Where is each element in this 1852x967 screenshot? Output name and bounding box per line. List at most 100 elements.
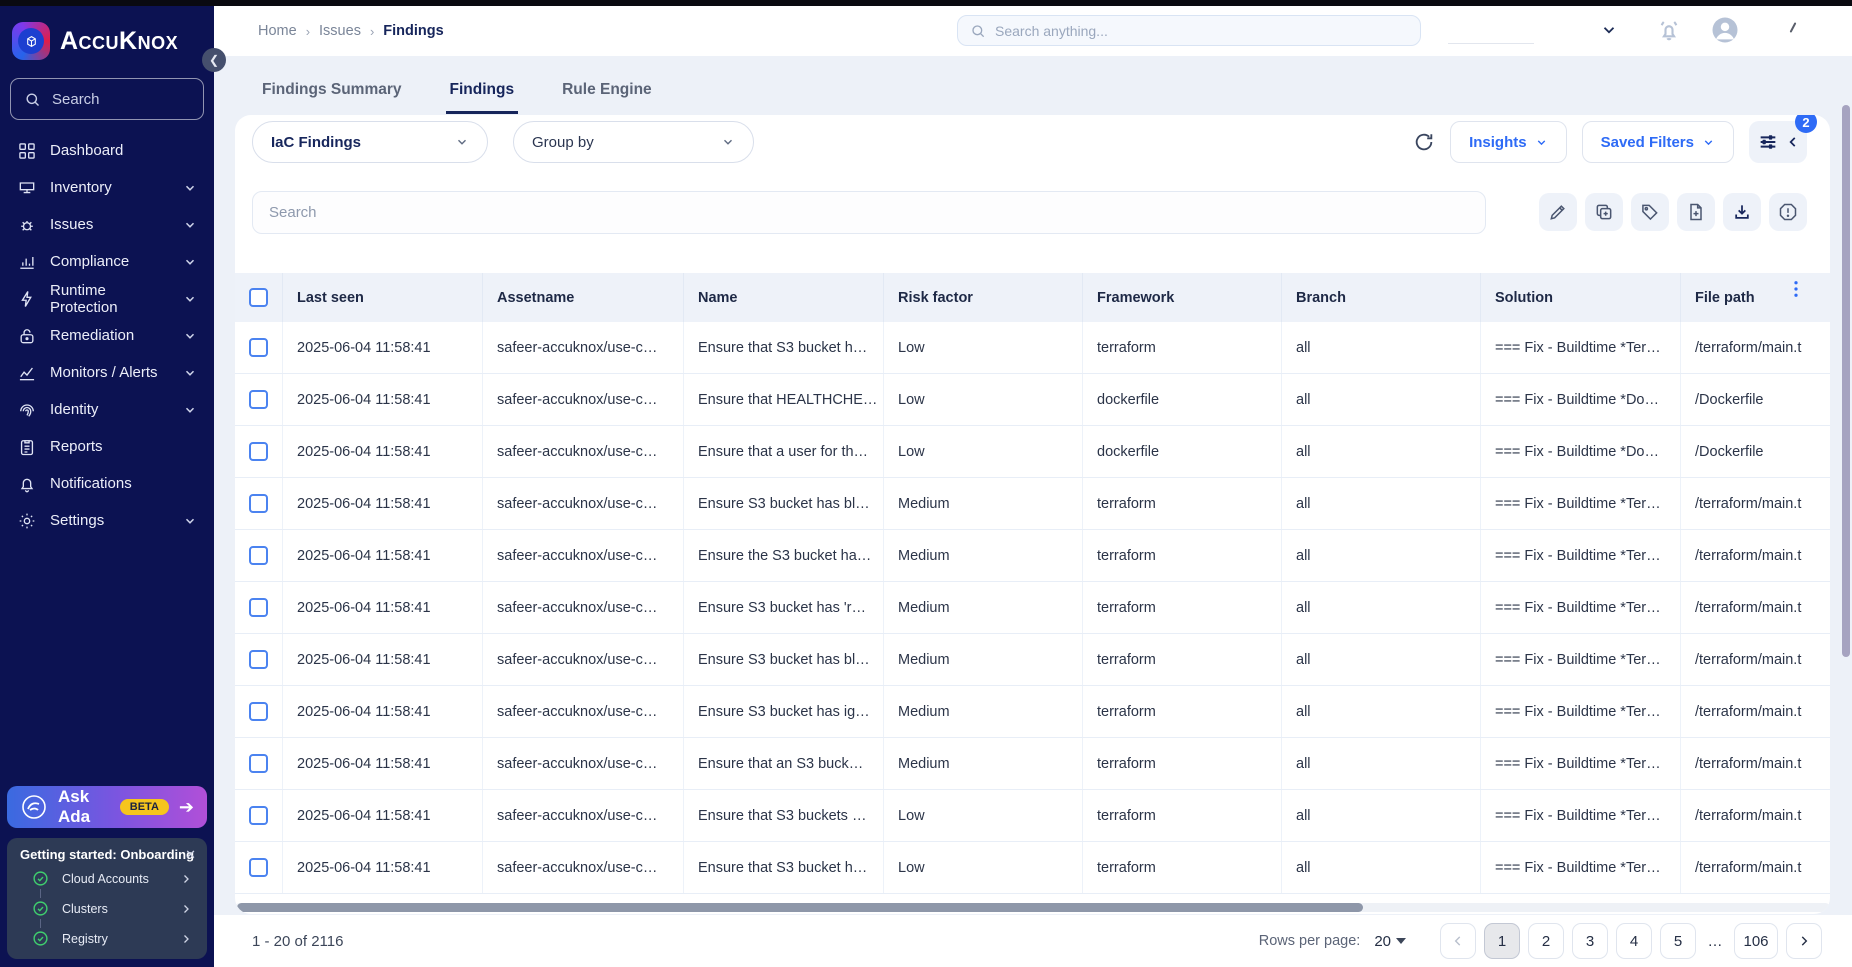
vertical-scrollbar-thumb[interactable] <box>1842 105 1850 657</box>
next-page-button[interactable] <box>1786 923 1822 959</box>
breadcrumb-issues[interactable]: Issues <box>319 23 361 39</box>
row-checkbox[interactable] <box>249 546 268 565</box>
sidebar-item-runtime-protection[interactable]: Runtime Protection <box>0 280 214 317</box>
page-button-3[interactable]: 3 <box>1572 923 1608 959</box>
column-header[interactable]: Risk factor <box>884 273 1083 322</box>
download-icon[interactable] <box>1723 193 1761 231</box>
sidebar-item-notifications[interactable]: Notifications <box>0 465 214 502</box>
row-checkbox[interactable] <box>249 494 268 513</box>
sidebar-item-compliance[interactable]: Compliance <box>0 243 214 280</box>
edit-icon[interactable] <box>1539 193 1577 231</box>
row-checkbox[interactable] <box>249 754 268 773</box>
sidebar-item-identity[interactable]: Identity <box>0 391 214 428</box>
column-header[interactable]: Branch <box>1282 273 1481 322</box>
column-menu-kebab-icon[interactable] <box>1788 280 1804 298</box>
row-checkbox-cell <box>235 374 283 425</box>
previous-page-button[interactable] <box>1440 923 1476 959</box>
onboarding-item-registry[interactable]: Registry <box>18 928 196 949</box>
sidebar-item-monitors-alerts[interactable]: Monitors / Alerts <box>0 354 214 391</box>
insights-button[interactable]: Insights <box>1450 121 1567 163</box>
copy-add-icon[interactable] <box>1585 193 1623 231</box>
global-search-input[interactable]: Search anything... <box>957 15 1421 46</box>
chevron-down-icon[interactable] <box>1600 21 1618 39</box>
table-row[interactable]: 2025-06-04 11:58:41 safeer-accuknox/use-c… <box>235 478 1830 530</box>
table-row[interactable]: 2025-06-04 11:58:41 safeer-accuknox/use-c… <box>235 790 1830 842</box>
row-checkbox[interactable] <box>249 442 268 461</box>
row-checkbox-cell <box>235 322 283 373</box>
sidebar-item-settings[interactable]: Settings <box>0 502 214 539</box>
cell-branch: all <box>1282 686 1481 737</box>
sidebar-item-issues[interactable]: Issues <box>0 206 214 243</box>
sidebar-collapse-button[interactable]: ❮ <box>202 48 226 72</box>
page-button-106[interactable]: 106 <box>1734 923 1778 959</box>
tabs-bar: ❮ Findings Summary Findings Rule Engine <box>202 48 1852 114</box>
column-header[interactable]: Last seen <box>283 273 483 322</box>
sidebar-item-dashboard[interactable]: Dashboard <box>0 132 214 169</box>
file-add-icon[interactable] <box>1677 193 1715 231</box>
page-button-5[interactable]: 5 <box>1660 923 1696 959</box>
breadcrumb-findings: Findings <box>383 23 444 39</box>
horizontal-scrollbar-thumb[interactable] <box>237 903 1363 912</box>
table-row[interactable]: 2025-06-04 11:58:41 safeer-accuknox/use-c… <box>235 426 1830 478</box>
sidebar-search-input[interactable]: Search <box>10 78 204 120</box>
row-checkbox-cell <box>235 842 283 893</box>
ask-ada-label: Ask Ada <box>58 787 91 826</box>
onboarding-item-clusters[interactable]: Clusters <box>18 898 196 919</box>
user-avatar[interactable] <box>1710 15 1740 45</box>
chevron-down-icon <box>183 514 197 528</box>
table-row[interactable]: 2025-06-04 11:58:41 safeer-accuknox/use-c… <box>235 582 1830 634</box>
brand-logo[interactable]: AccuKnox <box>0 6 214 72</box>
table-row[interactable]: 2025-06-04 11:58:41 safeer-accuknox/use-c… <box>235 842 1830 894</box>
table-row[interactable]: 2025-06-04 11:58:41 safeer-accuknox/use-c… <box>235 322 1830 374</box>
cursor-mark-icon <box>1789 22 1797 33</box>
finding-type-dropdown[interactable]: IaC Findings <box>252 121 488 163</box>
breadcrumb-home[interactable]: Home <box>258 23 297 39</box>
onboarding-item-cloud-accounts[interactable]: Cloud Accounts <box>18 868 196 889</box>
notifications-bell-icon[interactable] <box>1654 15 1684 45</box>
rows-per-page-select[interactable]: 20 <box>1374 933 1406 950</box>
table-row[interactable]: 2025-06-04 11:58:41 safeer-accuknox/use-c… <box>235 634 1830 686</box>
refresh-icon[interactable] <box>1413 131 1435 153</box>
alert-info-icon[interactable] <box>1769 193 1807 231</box>
cell-file-path: /Dockerfile <box>1681 374 1830 425</box>
tab-rule-engine[interactable]: Rule Engine <box>558 81 656 114</box>
column-header[interactable]: Framework <box>1083 273 1282 322</box>
sidebar-item-remediation[interactable]: Remediation <box>0 317 214 354</box>
table-row[interactable]: 2025-06-04 11:58:41 safeer-accuknox/use-c… <box>235 530 1830 582</box>
row-checkbox[interactable] <box>249 598 268 617</box>
row-checkbox[interactable] <box>249 858 268 877</box>
row-checkbox[interactable] <box>249 702 268 721</box>
saved-filters-button[interactable]: Saved Filters <box>1581 121 1734 163</box>
table-row[interactable]: 2025-06-04 11:58:41 safeer-accuknox/use-c… <box>235 738 1830 790</box>
column-header[interactable]: Name <box>684 273 884 322</box>
table-row[interactable]: 2025-06-04 11:58:41 safeer-accuknox/use-c… <box>235 374 1830 426</box>
tenant-select-underline[interactable] <box>1448 43 1534 44</box>
column-header[interactable]: File path <box>1681 273 1830 322</box>
tab-findings-summary[interactable]: Findings Summary <box>258 81 406 114</box>
sidebar-item-reports[interactable]: Reports <box>0 428 214 465</box>
tag-icon[interactable] <box>1631 193 1669 231</box>
column-header[interactable]: Assetname <box>483 273 684 322</box>
page-button-2[interactable]: 2 <box>1528 923 1564 959</box>
table-row[interactable]: 2025-06-04 11:58:41 safeer-accuknox/use-c… <box>235 686 1830 738</box>
page-button-1[interactable]: 1 <box>1484 923 1520 959</box>
row-checkbox[interactable] <box>249 650 268 669</box>
row-checkbox[interactable] <box>249 338 268 357</box>
row-checkbox[interactable] <box>249 390 268 409</box>
tab-findings[interactable]: Findings <box>445 81 519 114</box>
page-button-4[interactable]: 4 <box>1616 923 1652 959</box>
filter-row: IaC Findings Group by Insights Saved Fil… <box>252 115 1817 164</box>
column-header[interactable]: Solution <box>1481 273 1681 322</box>
filter-settings-button[interactable]: 2 <box>1749 115 1817 163</box>
cell-risk-factor: Medium <box>884 478 1083 529</box>
close-icon[interactable]: ✕ <box>185 847 196 863</box>
cell-solution: === Fix - Buildtime *Ter… <box>1481 322 1681 373</box>
ask-ada-button[interactable]: Ask Ada BETA ➔ <box>7 786 207 828</box>
select-all-checkbox[interactable] <box>249 288 268 307</box>
sidebar-item-inventory[interactable]: Inventory <box>0 169 214 206</box>
sidebar-item-label: Monitors / Alerts <box>50 364 158 381</box>
group-by-dropdown[interactable]: Group by <box>513 121 754 163</box>
dashboard-icon <box>17 141 37 161</box>
row-checkbox[interactable] <box>249 806 268 825</box>
table-search-input[interactable]: Search <box>252 191 1486 234</box>
